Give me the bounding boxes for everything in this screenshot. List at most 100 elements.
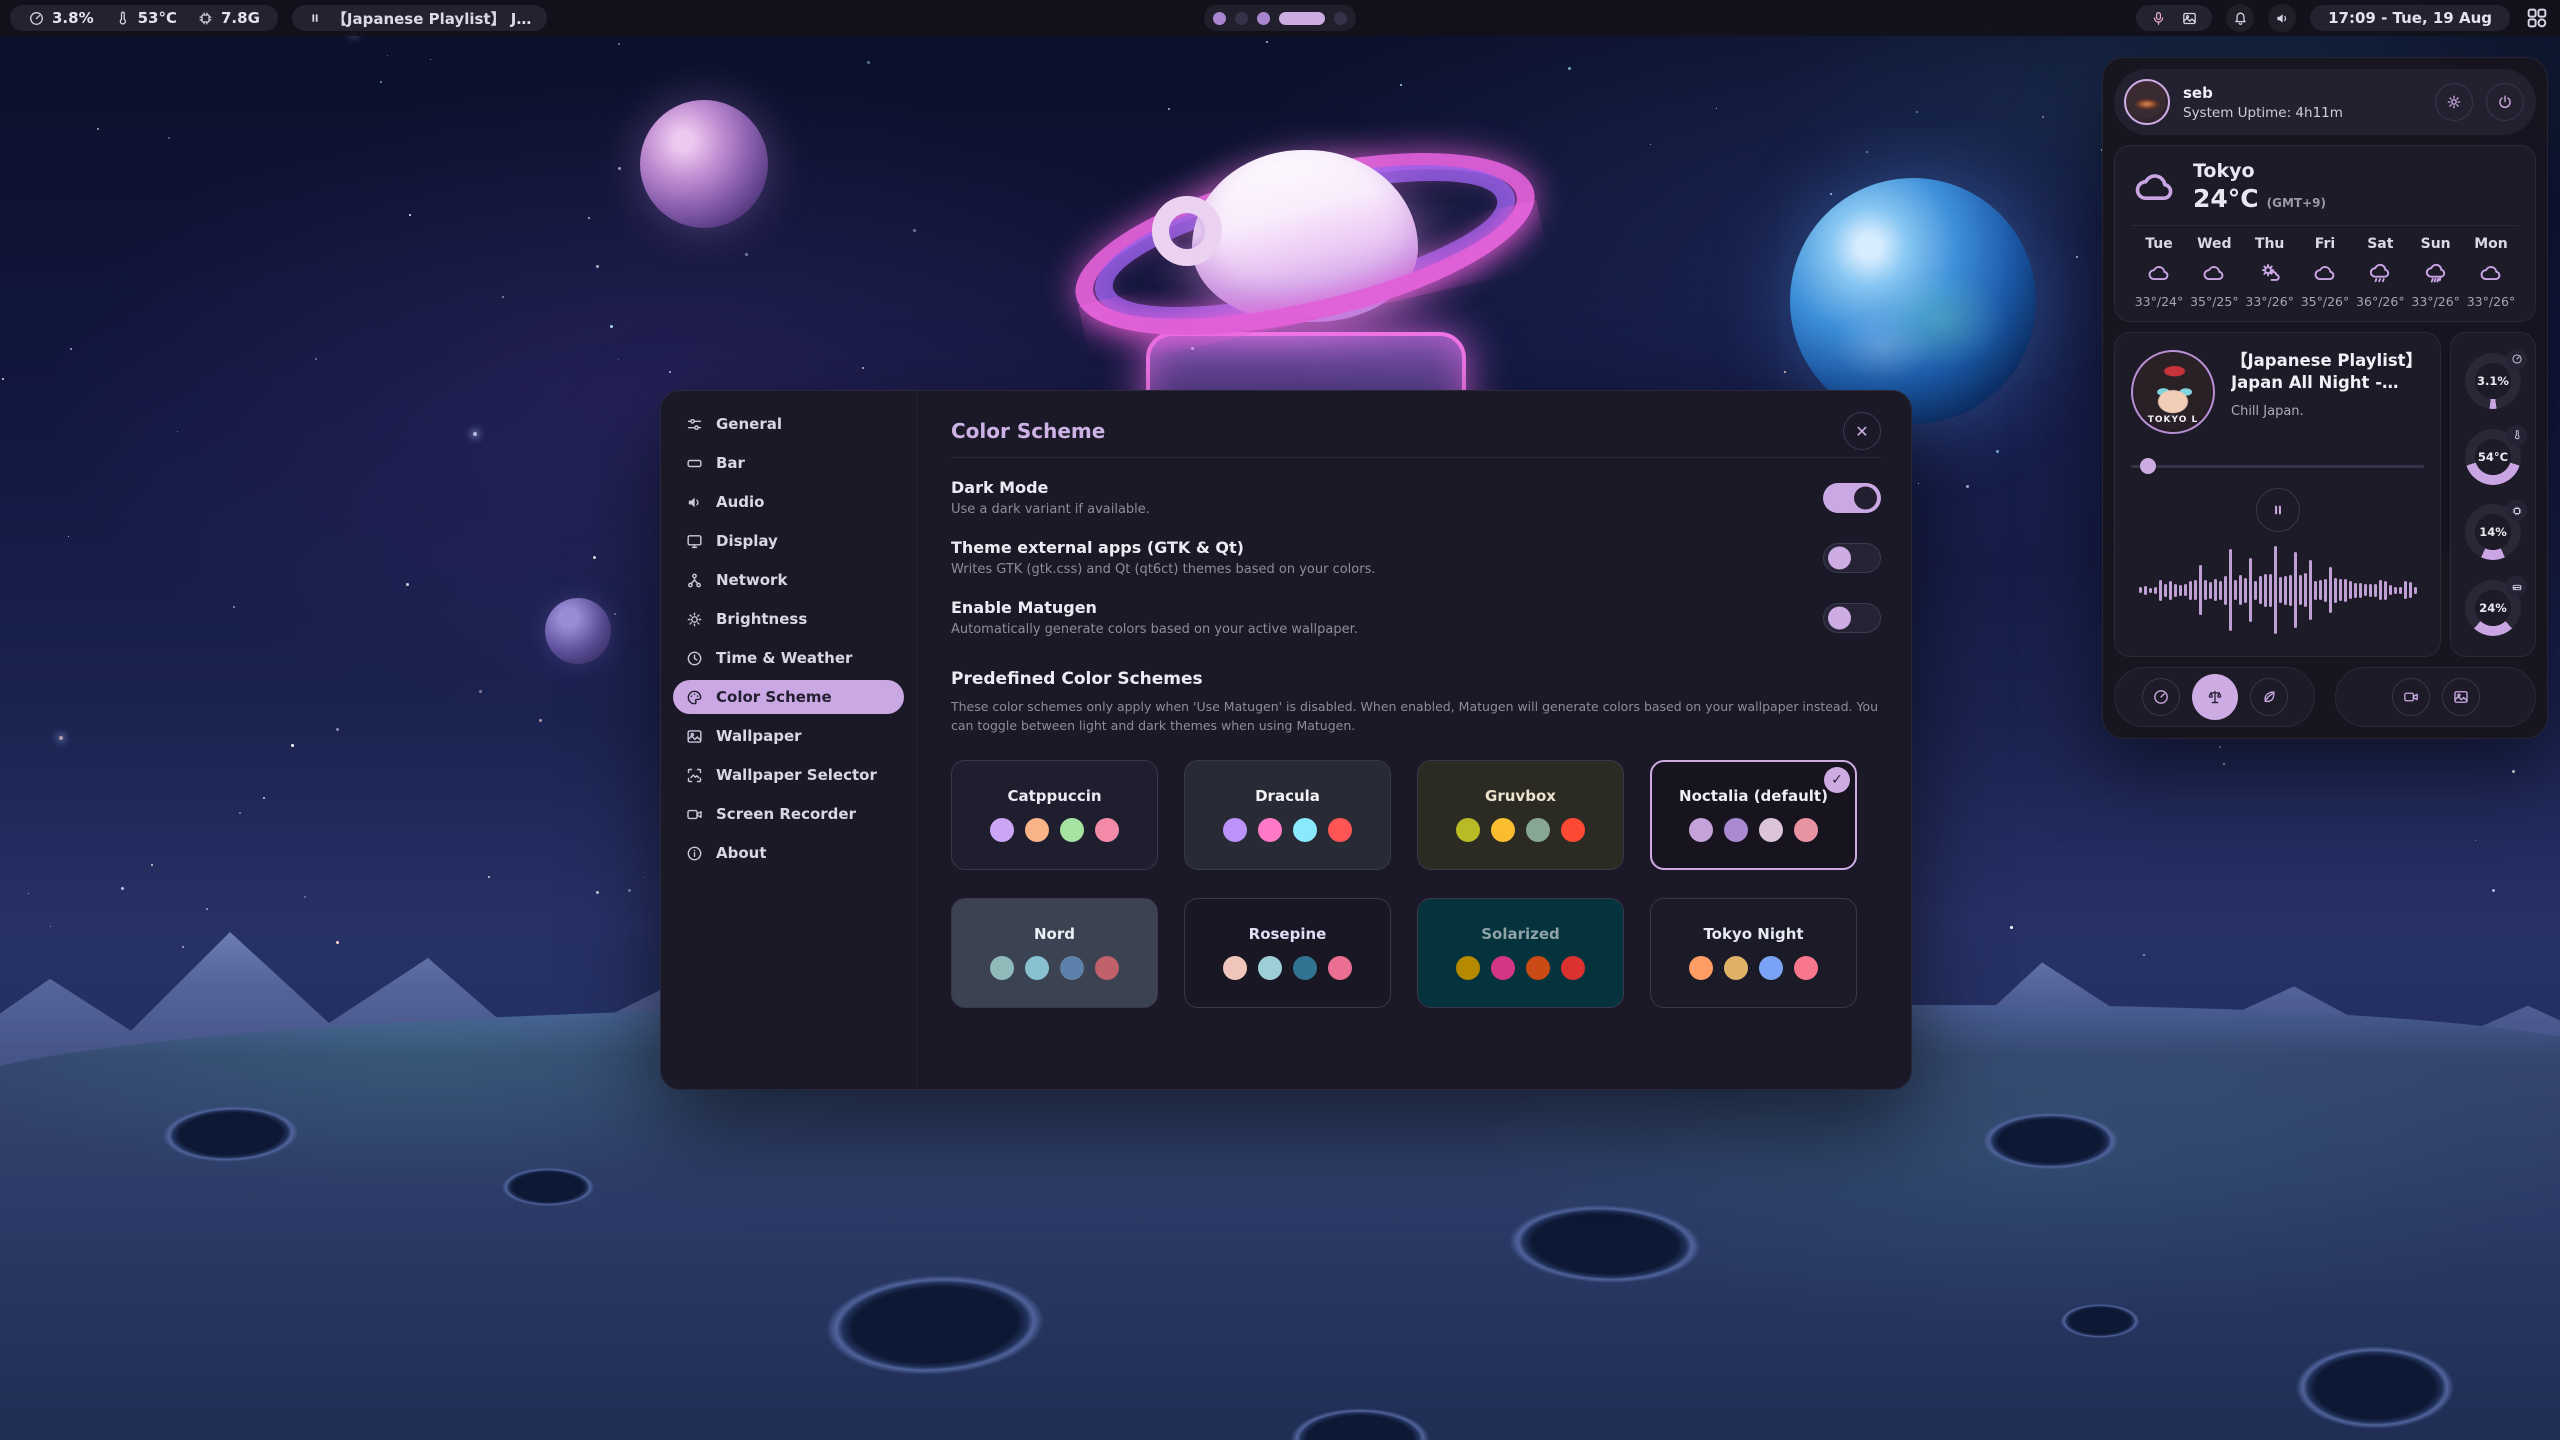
bar-media-pill[interactable]: 【Japanese Playlist】 J… <box>292 5 548 31</box>
launcher-button[interactable] <box>2524 5 2550 31</box>
waveform-bar <box>2144 586 2147 595</box>
profile-gauge-button[interactable] <box>2142 678 2180 716</box>
scheme-card-noctalia-default-[interactable]: Noctalia (default)✓ <box>1650 760 1857 870</box>
forecast-temps: 35°/25° <box>2190 294 2239 309</box>
waveform-bar <box>2234 580 2237 600</box>
scheme-dots <box>1456 818 1585 842</box>
album-art-text: TOKYO L <box>2133 415 2213 425</box>
star <box>618 167 621 170</box>
settings-button[interactable] <box>2435 83 2473 121</box>
waveform-bar <box>2214 579 2217 601</box>
scheme-card-rosepine[interactable]: Rosepine <box>1184 898 1391 1008</box>
play-pause-button[interactable] <box>2256 488 2300 532</box>
camera-button[interactable] <box>2392 678 2430 716</box>
star <box>1716 108 1717 109</box>
section-title: Predefined Color Schemes <box>951 669 1881 689</box>
tray[interactable] <box>2136 5 2212 31</box>
volume-button[interactable] <box>2268 4 2296 32</box>
profile-scales-button[interactable] <box>2192 674 2238 720</box>
scheme-card-nord[interactable]: Nord <box>951 898 1158 1008</box>
color-dot <box>1223 956 1247 980</box>
sidebar-item-time-weather[interactable]: Time & Weather <box>673 641 904 675</box>
waveform-bar <box>2149 588 2152 593</box>
waveform-bar <box>2399 587 2402 594</box>
setting-text: Dark ModeUse a dark variant if available… <box>951 478 1823 517</box>
avatar[interactable] <box>2124 79 2170 125</box>
sidebar-item-brightness[interactable]: Brightness <box>673 602 904 636</box>
color-dot <box>1561 956 1585 980</box>
waveform-bar <box>2264 574 2267 607</box>
clock[interactable]: 17:09 - Tue, 19 Aug <box>2310 5 2510 31</box>
star <box>206 908 208 910</box>
scheme-card-tokyo-night[interactable]: Tokyo Night <box>1650 898 1857 1008</box>
color-dot <box>1724 956 1748 980</box>
color-dot <box>1328 956 1352 980</box>
star <box>618 43 620 45</box>
progress-knob[interactable] <box>2140 458 2156 474</box>
sidebar-item-color-scheme[interactable]: Color Scheme <box>673 680 904 714</box>
switch-knob <box>1828 606 1851 629</box>
forecast-day-label: Sat <box>2367 236 2393 252</box>
scheme-card-catppuccin[interactable]: Catppuccin <box>951 760 1158 870</box>
workspace-dot-3[interactable] <box>1257 12 1270 25</box>
star <box>2143 954 2145 956</box>
power-button[interactable] <box>2486 83 2524 121</box>
star <box>745 253 748 256</box>
sidebar-item-wallpaper[interactable]: Wallpaper <box>673 719 904 753</box>
scheme-card-solarized[interactable]: Solarized <box>1417 898 1624 1008</box>
star <box>70 348 72 350</box>
star <box>539 719 542 722</box>
star <box>182 946 184 948</box>
sidebar-item-label: Color Scheme <box>716 688 832 706</box>
album-art[interactable]: TOKYO L <box>2131 350 2215 434</box>
settings-sidebar: General Bar Audio Display Network Brightness T… <box>661 391 917 1089</box>
sidebar-item-general[interactable]: General <box>673 407 904 441</box>
workspace-dot-2[interactable] <box>1235 12 1248 25</box>
sidebar-item-screen-recorder[interactable]: Screen Recorder <box>673 797 904 831</box>
system-stats[interactable]: 3.8%53°C7.8G <box>10 5 278 31</box>
notifications-button[interactable] <box>2226 4 2254 32</box>
workspace-dot-4[interactable] <box>1279 12 1325 25</box>
star <box>168 137 170 139</box>
chip-icon <box>2506 500 2527 521</box>
scheme-card-dracula[interactable]: Dracula <box>1184 760 1391 870</box>
sidebar-item-about[interactable]: About <box>673 836 904 870</box>
scheme-name: Catppuccin <box>1007 787 1101 805</box>
scheme-card-gruvbox[interactable]: Gruvbox <box>1417 760 1624 870</box>
wallpaper-button[interactable] <box>2442 678 2480 716</box>
scheme-dots <box>1223 956 1352 980</box>
toggle-switch[interactable] <box>1823 483 1881 513</box>
waveform-bar <box>2284 576 2287 605</box>
utility-buttons <box>2335 667 2536 727</box>
monitor-gauge: 3.1% <box>2465 353 2521 409</box>
workspace-dot-1[interactable] <box>1213 12 1226 25</box>
info-icon <box>685 844 704 863</box>
star <box>430 59 431 60</box>
sidebar-item-bar[interactable]: Bar <box>673 446 904 480</box>
thermometer-icon <box>2511 429 2523 441</box>
forecast-day-label: Fri <box>2315 236 2335 252</box>
mic-icon <box>2150 10 2167 27</box>
profile-leaf-button[interactable] <box>2250 678 2288 716</box>
star <box>2223 763 2225 765</box>
media-progress[interactable] <box>2131 458 2424 474</box>
media-card: TOKYO L 【Japanese Playlist】 Japan All Ni… <box>2114 332 2441 657</box>
workspace-dot-5[interactable] <box>1334 12 1347 25</box>
progress-track[interactable] <box>2131 465 2424 468</box>
sidebar-item-audio[interactable]: Audio <box>673 485 904 519</box>
star <box>479 690 482 693</box>
sidebar-item-display[interactable]: Display <box>673 524 904 558</box>
stat-value: 3.8% <box>52 9 94 27</box>
divider <box>2131 225 2519 226</box>
settings-main: Color Scheme ✕ Dark ModeUse a dark varia… <box>917 391 1911 1089</box>
toggle-switch[interactable] <box>1823 543 1881 573</box>
star <box>380 81 382 83</box>
forecast-day-wed: Wed35°/25° <box>2188 236 2240 309</box>
workspace-indicator[interactable] <box>1204 5 1356 31</box>
toggle-switch[interactable] <box>1823 603 1881 633</box>
sidebar-item-network[interactable]: Network <box>673 563 904 597</box>
weather-card: Tokyo 24°C (GMT+9) Tue33°/24°Wed35°/25°T… <box>2114 145 2536 322</box>
close-button[interactable]: ✕ <box>1843 412 1881 450</box>
waveform-bar <box>2169 581 2172 600</box>
sidebar-item-wallpaper-selector[interactable]: Wallpaper Selector <box>673 758 904 792</box>
